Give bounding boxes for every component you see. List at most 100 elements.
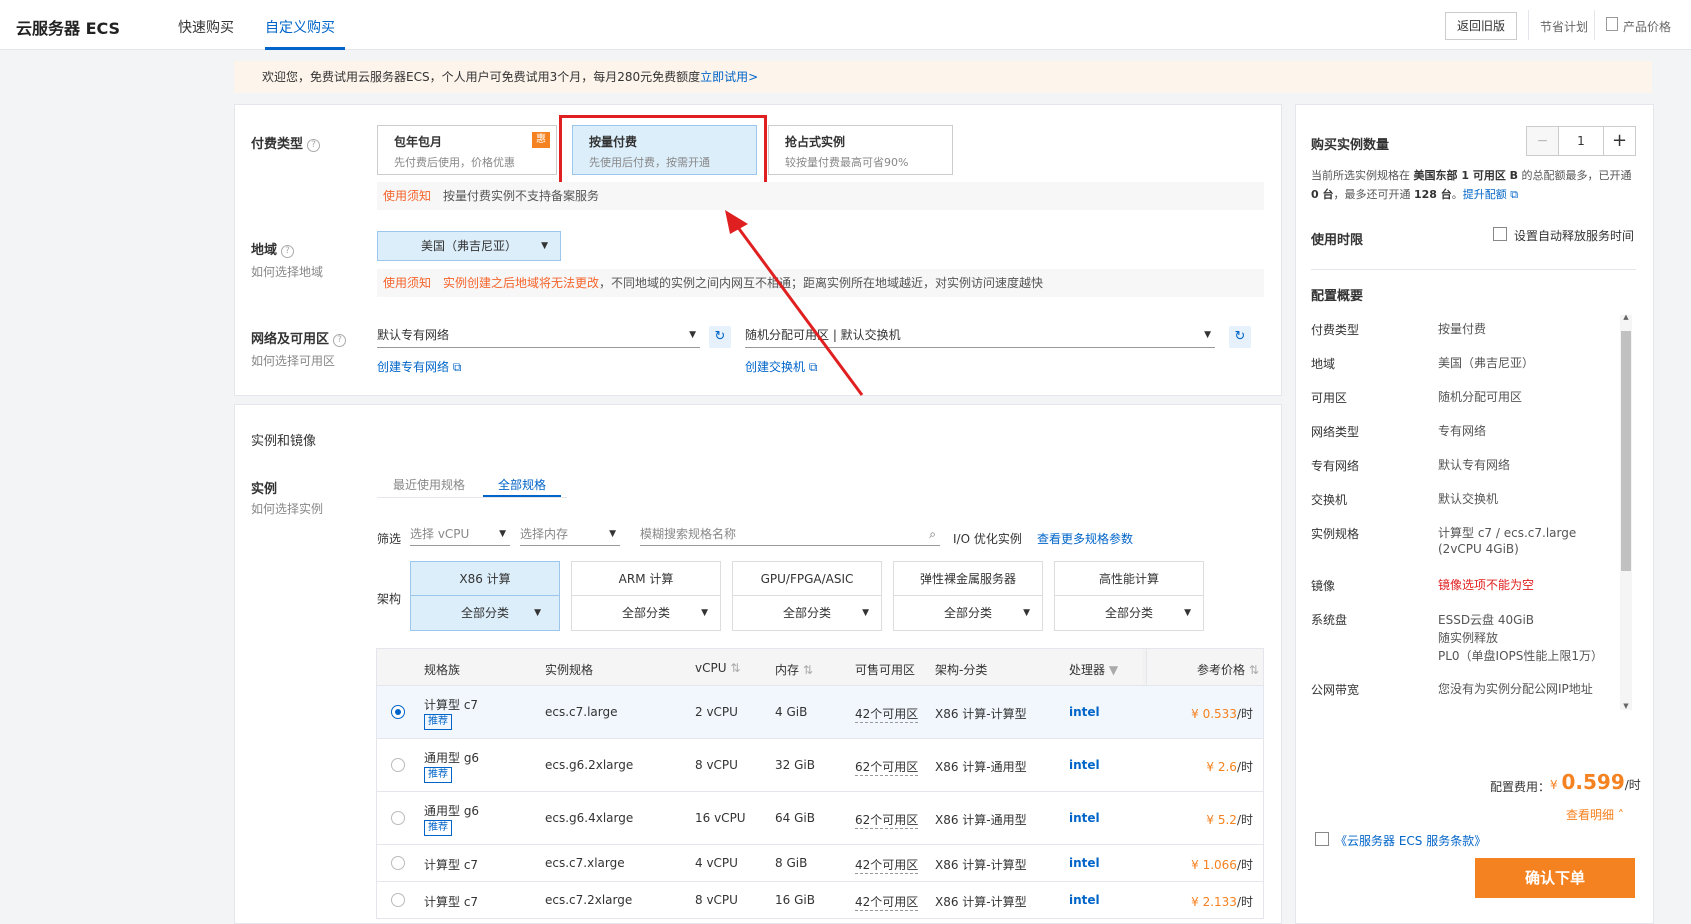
billing-option-spot[interactable]: 抢占式实例 较按量付费最高可省90% xyxy=(768,125,953,175)
scrollbar-thumb[interactable] xyxy=(1621,331,1631,571)
region-select[interactable]: 美国（弗吉尼亚） ▼ xyxy=(377,231,561,261)
col-price[interactable]: 参考价格 ⇅ xyxy=(1197,661,1259,678)
arch-category-select[interactable]: 全部分类 ▼ xyxy=(411,596,559,630)
arch-category-select[interactable]: 全部分类 ▼ xyxy=(572,596,720,630)
plus-button[interactable]: + xyxy=(1603,127,1635,155)
col-processor[interactable]: 处理器 ▼ xyxy=(1069,661,1118,678)
summary-value: 美国（弗吉尼亚） xyxy=(1438,356,1535,370)
vcpu-select[interactable]: 选择 vCPU ▼ xyxy=(410,522,510,546)
filter-icon[interactable]: ▼ xyxy=(1109,663,1118,677)
view-detail-link[interactable]: 查看明细 ˄ xyxy=(1566,806,1624,823)
vpc-select[interactable]: 默认专有网络 ▼ xyxy=(377,322,700,348)
table-row[interactable]: 通用型 g6 推荐 ecs.g6.2xlarge 8 vCPU 32 GiB 6… xyxy=(376,739,1264,792)
billing-option-subscription[interactable]: 包年包月 先付费后使用，价格优惠 惠 xyxy=(377,125,557,175)
divider xyxy=(1528,10,1529,40)
tab-quick-buy[interactable]: 快速购买 xyxy=(178,17,234,37)
divider xyxy=(377,497,567,498)
arch-bare-metal[interactable]: 弹性裸金属服务器 全部分类 ▼ xyxy=(893,561,1043,631)
arch-x86[interactable]: X86 计算 全部分类 ▼ xyxy=(410,561,560,631)
caret-down-icon: ▼ xyxy=(1184,608,1191,618)
auto-release-checkbox[interactable] xyxy=(1493,227,1507,241)
spec-search-input[interactable]: 模糊搜索规格名称 ⌕ xyxy=(640,522,940,546)
row-price: ¥ 5.2/时 xyxy=(1206,813,1253,827)
row-radio[interactable] xyxy=(391,856,405,870)
row-zones[interactable]: 42个可用区 xyxy=(855,705,919,723)
sort-icon[interactable]: ⇅ xyxy=(1249,663,1259,677)
summary-value: 默认交换机 xyxy=(1438,492,1499,506)
tab-all-specs[interactable]: 全部规格 xyxy=(498,476,546,493)
help-icon[interactable]: ? xyxy=(281,245,295,258)
table-row[interactable]: 计算型 c7 ecs.c7.2xlarge 8 vCPU 16 GiB 42个可… xyxy=(376,882,1264,919)
row-radio[interactable] xyxy=(391,758,405,772)
col-memory[interactable]: 内存 ⇅ xyxy=(775,661,813,678)
intel-logo: intel xyxy=(1069,893,1100,907)
terms-checkbox[interactable] xyxy=(1315,832,1329,846)
arch-arm[interactable]: ARM 计算 全部分类 ▼ xyxy=(571,561,721,631)
try-now-link[interactable]: 立即试用> xyxy=(700,70,758,84)
row-zones[interactable]: 62个可用区 xyxy=(855,811,919,829)
instance-help-link[interactable]: 如何选择实例 xyxy=(251,500,323,517)
recommend-badge: 推荐 xyxy=(424,714,452,730)
refresh-icon[interactable]: ↻ xyxy=(1229,326,1251,348)
confirm-order-button[interactable]: 确认下单 xyxy=(1475,858,1635,898)
product-logo: 云服务器 ECS xyxy=(16,19,121,38)
section-title: 实例和镜像 xyxy=(251,434,317,449)
terms-link[interactable]: 《云服务器 ECS 服务条款》 xyxy=(1335,832,1486,849)
tab-custom-buy[interactable]: 自定义购买 xyxy=(265,17,335,37)
raise-quota-link[interactable]: 提升配额 ⧉ xyxy=(1463,188,1518,201)
create-vpc-link[interactable]: 创建专有网络 ⧉ xyxy=(377,358,461,375)
tip-label: 使用须知 xyxy=(383,189,432,203)
arch-name: X86 计算 xyxy=(411,562,559,596)
row-zones[interactable]: 42个可用区 xyxy=(855,856,919,874)
scroll-down-icon[interactable]: ▼ xyxy=(1620,702,1632,710)
row-family: 计算型 c7 xyxy=(424,698,479,712)
quantity-value[interactable]: 1 xyxy=(1559,127,1603,155)
summary-scrollbar[interactable]: ▲ ▼ xyxy=(1620,313,1632,710)
row-memory: 64 GiB xyxy=(775,811,815,825)
table-row[interactable]: 计算型 c7 推荐 ecs.c7.large 2 vCPU 4 GiB 42个可… xyxy=(376,686,1264,739)
sort-icon[interactable]: ⇅ xyxy=(730,661,740,675)
row-radio[interactable] xyxy=(391,811,405,825)
row-radio[interactable] xyxy=(391,705,405,719)
product-price-link[interactable]: 产品价格 xyxy=(1623,18,1671,35)
arch-name: ARM 计算 xyxy=(572,562,720,596)
row-spec: ecs.c7.2xlarge xyxy=(545,893,633,907)
top-bar: 云服务器 ECS 快速购买 自定义购买 返回旧版 节省计划 产品价格 xyxy=(0,0,1691,50)
table-row[interactable]: 通用型 g6 推荐 ecs.g6.4xlarge 16 vCPU 64 GiB … xyxy=(376,792,1264,845)
arch-category-select[interactable]: 全部分类 ▼ xyxy=(894,596,1042,630)
vpc-value: 默认专有网络 xyxy=(377,328,450,342)
col-vcpu[interactable]: vCPU ⇅ xyxy=(695,661,740,675)
tab-recent-specs[interactable]: 最近使用规格 xyxy=(393,476,465,493)
scroll-up-icon[interactable]: ▲ xyxy=(1620,313,1632,321)
row-spec: ecs.g6.4xlarge xyxy=(545,811,634,825)
region-help-link[interactable]: 如何选择地域 xyxy=(251,263,323,280)
row-zones[interactable]: 42个可用区 xyxy=(855,893,919,911)
more-params-link[interactable]: 查看更多规格参数 xyxy=(1037,530,1133,547)
memory-select[interactable]: 选择内存 ▼ xyxy=(520,522,620,546)
network-help-link[interactable]: 如何选择可用区 xyxy=(251,352,335,369)
sort-icon[interactable]: ⇅ xyxy=(803,663,813,677)
minus-button[interactable]: − xyxy=(1527,127,1559,155)
intel-logo: intel xyxy=(1069,811,1100,825)
row-zones[interactable]: 62个可用区 xyxy=(855,758,919,776)
summary-value: 专有网络 xyxy=(1438,424,1487,438)
row-radio[interactable] xyxy=(391,893,405,907)
divider xyxy=(1594,10,1595,40)
save-plan-link[interactable]: 节省计划 xyxy=(1540,18,1588,35)
tip-warning: 实例创建之后地域将无法更改 xyxy=(443,276,600,290)
help-icon[interactable]: ? xyxy=(307,139,321,152)
table-row[interactable]: 计算型 c7 ecs.c7.xlarge 4 vCPU 8 GiB 42个可用区… xyxy=(376,845,1264,882)
arch-gpu[interactable]: GPU/FPGA/ASIC 全部分类 ▼ xyxy=(732,561,882,631)
arch-category-select[interactable]: 全部分类 ▼ xyxy=(733,596,881,630)
arch-hpc[interactable]: 高性能计算 全部分类 ▼ xyxy=(1054,561,1204,631)
summary-key: 可用区 xyxy=(1311,391,1348,405)
network-label: 网络及可用区? xyxy=(251,328,347,347)
row-spec: ecs.c7.xlarge xyxy=(545,856,625,870)
help-icon[interactable]: ? xyxy=(333,334,347,347)
duration-label: 使用时限 xyxy=(1311,233,1364,248)
row-vcpu: 16 vCPU xyxy=(695,811,746,825)
arch-category-select[interactable]: 全部分类 ▼ xyxy=(1055,596,1203,630)
summary-value: 按量付费 xyxy=(1438,322,1487,336)
quantity-stepper[interactable]: − 1 + xyxy=(1526,126,1636,156)
return-old-version-button[interactable]: 返回旧版 xyxy=(1445,12,1517,40)
